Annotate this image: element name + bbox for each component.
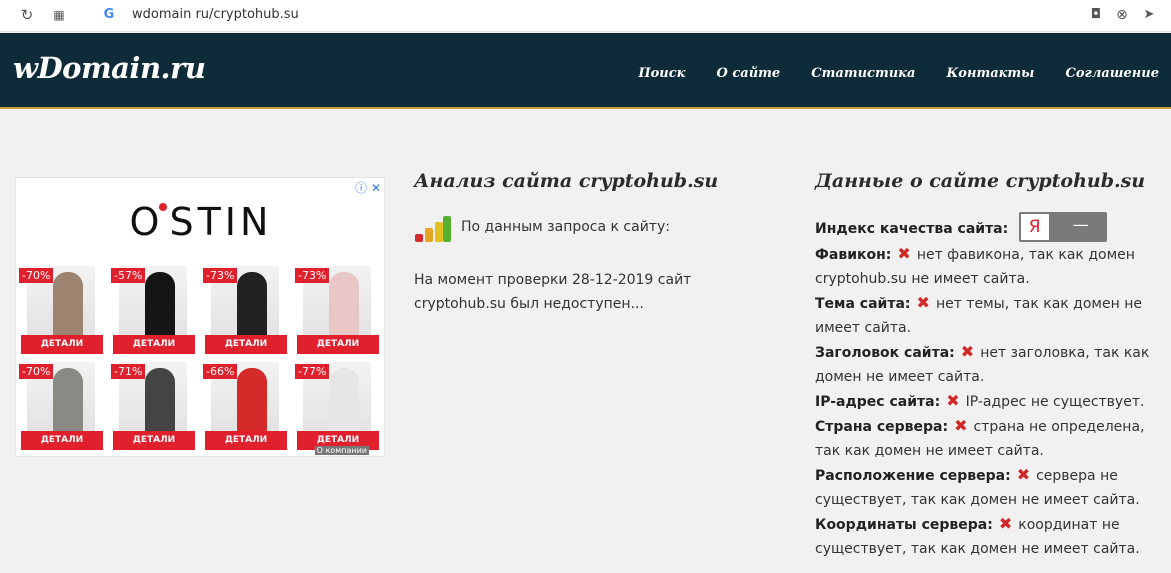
yandex-logo: Я	[1020, 214, 1049, 240]
nav-search[interactable]: Поиск	[638, 66, 685, 81]
address-bar[interactable]: wdomain ru/cryptohub.su	[132, 7, 299, 22]
site-data-label: Страна сервера:	[815, 419, 949, 435]
quality-index-row: Индекс качества сайта: Я —	[815, 212, 1171, 242]
site-data-label: IP-адрес сайта:	[815, 394, 941, 410]
block-icon[interactable]: ⊗	[1113, 6, 1131, 24]
site-logo[interactable]: wDomain.ru	[13, 51, 206, 85]
ad-about-link[interactable]: О компании	[314, 446, 369, 455]
site-data-row: Фавикон: ✖ нет фавикона, так как домен cry…	[815, 242, 1171, 291]
site-data-row: Тема сайта: ✖ нет темы, так как домен не и…	[815, 291, 1171, 340]
nav-agreement[interactable]: Соглашение	[1066, 66, 1160, 81]
site-data-label: Тема сайта:	[815, 296, 911, 312]
ad-product-tile[interactable]: -73% ДЕТАЛИ	[295, 266, 379, 354]
ad-product-tile[interactable]: -77% ДЕТАЛИ	[295, 362, 379, 450]
site-data-title: Данные о сайте cryptohub.su	[815, 170, 1146, 192]
details-button[interactable]: ДЕТАЛИ	[113, 431, 195, 450]
ad-banner[interactable]: ⓘ ✕ O STIN -70% ДЕТАЛИ -57% ДЕТАЛИ -73% ДЕТАЛИ…	[15, 177, 385, 457]
request-text: По данным запроса к сайту:	[461, 219, 670, 235]
nav-statistics[interactable]: Статистика	[811, 66, 915, 81]
site-data-value: IP-адрес не существует.	[965, 394, 1145, 410]
ad-info-icon[interactable]: ⓘ ✕	[355, 179, 381, 196]
main-nav: Поиск О сайте Статистика Контакты Соглаш…	[612, 62, 1159, 81]
details-button[interactable]: ДЕТАЛИ	[205, 335, 287, 354]
quality-index-label: Индекс качества сайта:	[815, 221, 1009, 237]
cross-icon: ✖	[916, 293, 930, 312]
site-data-section: Данные о сайте cryptohub.su Индекс качес…	[815, 170, 1171, 557]
discount-badge: -73%	[203, 268, 238, 283]
site-data-label: Расположение сервера:	[815, 468, 1011, 484]
google-icon: G	[103, 7, 115, 22]
site-data-label: Координаты сервера:	[815, 517, 993, 533]
site-data-row: Страна сервера: ✖ страна не определена, та…	[815, 414, 1171, 463]
discount-badge: -66%	[203, 364, 238, 379]
ad-product-tile[interactable]: -73% ДЕТАЛИ	[203, 266, 287, 354]
discount-badge: -77%	[295, 364, 330, 379]
discount-badge: -71%	[111, 364, 146, 379]
cross-icon: ✖	[998, 514, 1013, 533]
apps-grid-icon[interactable]: ▦	[50, 6, 68, 24]
site-data-list: Индекс качества сайта: Я — Фавикон: ✖ нет …	[815, 212, 1171, 561]
cross-icon: ✖	[960, 342, 975, 361]
cross-icon: ✖	[946, 391, 960, 410]
quality-index-value: —	[1072, 215, 1089, 234]
analysis-section: Анализ сайта cryptohub.su По данным запр…	[414, 170, 754, 312]
details-button[interactable]: ДЕТАЛИ	[21, 431, 103, 450]
site-data-row: Расположение сервера: ✖ сервера не существ…	[815, 463, 1171, 512]
reload-icon[interactable]: ↻	[18, 6, 36, 24]
discount-badge: -70%	[19, 364, 54, 379]
nav-contacts[interactable]: Контакты	[946, 66, 1034, 81]
signal-bars-icon	[415, 216, 451, 242]
site-data-row: Заголовок сайта: ✖ нет заголовка, так как …	[815, 340, 1171, 389]
details-button[interactable]: ДЕТАЛИ	[297, 335, 379, 354]
camera-icon[interactable]: ◘	[1087, 6, 1105, 24]
cross-icon: ✖	[1016, 465, 1031, 484]
details-button[interactable]: ДЕТАЛИ	[21, 335, 103, 354]
site-data-label: Фавикон:	[815, 247, 892, 263]
yandex-quality-badge[interactable]: Я —	[1018, 212, 1107, 242]
discount-badge: -73%	[295, 268, 330, 283]
details-button[interactable]: ДЕТАЛИ	[205, 431, 287, 450]
site-data-label: Заголовок сайта:	[815, 345, 955, 361]
cross-icon: ✖	[954, 416, 968, 435]
nav-about[interactable]: О сайте	[717, 66, 781, 81]
ad-product-tile[interactable]: -66% ДЕТАЛИ	[203, 362, 287, 450]
site-data-row: Координаты сервера: ✖ координат не существ…	[815, 512, 1171, 561]
analysis-title: Анализ сайта cryptohub.su	[414, 170, 719, 192]
discount-badge: -70%	[19, 268, 54, 283]
ad-product-tile[interactable]: -70% ДЕТАЛИ	[19, 362, 103, 450]
ad-brand-logo[interactable]: O STIN	[16, 200, 384, 244]
ad-product-tile[interactable]: -70% ДЕТАЛИ	[19, 266, 103, 354]
cross-icon: ✖	[897, 244, 911, 263]
site-data-row: IP-адрес сайта: ✖ IP-адрес не существует.	[815, 389, 1171, 414]
check-status-text: На момент проверки 28-12-2019 сайт crypt…	[414, 272, 692, 312]
send-icon[interactable]: ➤	[1140, 6, 1158, 24]
browser-toolbar: ↻ ▦ G wdomain ru/cryptohub.su ◘ ⊗ ➤	[0, 0, 1171, 32]
discount-badge: -57%	[111, 268, 146, 283]
ad-product-tile[interactable]: -57% ДЕТАЛИ	[111, 266, 195, 354]
site-header: wDomain.ru Поиск О сайте Статистика Конт…	[0, 33, 1171, 109]
ad-product-tile[interactable]: -71% ДЕТАЛИ	[111, 362, 195, 450]
details-button[interactable]: ДЕТАЛИ	[113, 335, 195, 354]
